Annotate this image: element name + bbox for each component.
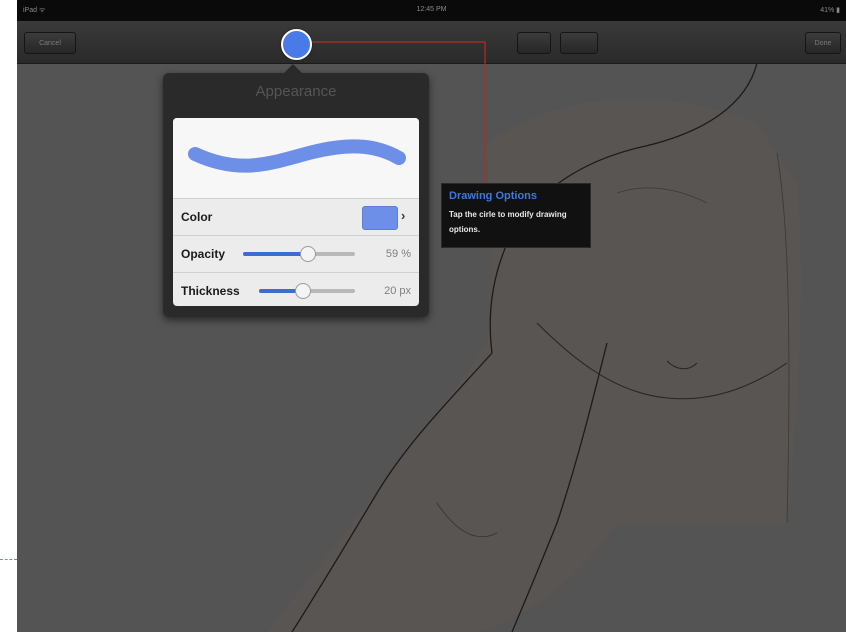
- slider-fill: [243, 252, 308, 256]
- thickness-label: Thickness: [181, 284, 240, 298]
- guide-line: [0, 559, 17, 560]
- tooltip-connector: [309, 41, 486, 183]
- brush-stroke-preview: [188, 139, 406, 173]
- thickness-row: Thickness 20 px: [173, 273, 419, 306]
- slider-thumb[interactable]: [295, 283, 311, 299]
- tooltip-title: Drawing Options: [449, 190, 537, 202]
- slider-thumb[interactable]: [299, 246, 316, 262]
- opacity-label: Opacity: [181, 247, 226, 261]
- thickness-value: 20 px: [384, 285, 411, 297]
- opacity-value: 59 %: [385, 248, 411, 260]
- chevron-right-icon[interactable]: ›: [401, 208, 405, 223]
- color-row[interactable]: Color ›: [173, 199, 419, 236]
- appearance-panel: Color › Opacity 59 % Thickness 20 px: [173, 118, 419, 306]
- drawing-options-tooltip: Drawing Options Tap the cirle to modify …: [441, 183, 591, 248]
- appearance-popover: Appearance Color › Opacity 59 % Thicknes…: [163, 64, 429, 317]
- opacity-row: Opacity 59 %: [173, 236, 419, 273]
- opacity-slider[interactable]: [243, 246, 355, 262]
- popover-title: Appearance: [255, 83, 337, 100]
- stroke-preview: [173, 118, 419, 199]
- tooltip-body: Tap the cirle to modify drawing options.: [449, 210, 567, 234]
- color-label: Color: [181, 210, 213, 224]
- drawing-options-button[interactable]: [281, 29, 312, 60]
- thickness-slider[interactable]: [259, 283, 355, 299]
- ipad-screen: iPad ᯤ 12:45 PM 41% ▮ Cancel Done Appear…: [17, 0, 846, 632]
- color-swatch[interactable]: [362, 206, 398, 230]
- popover-arrow: [283, 64, 303, 74]
